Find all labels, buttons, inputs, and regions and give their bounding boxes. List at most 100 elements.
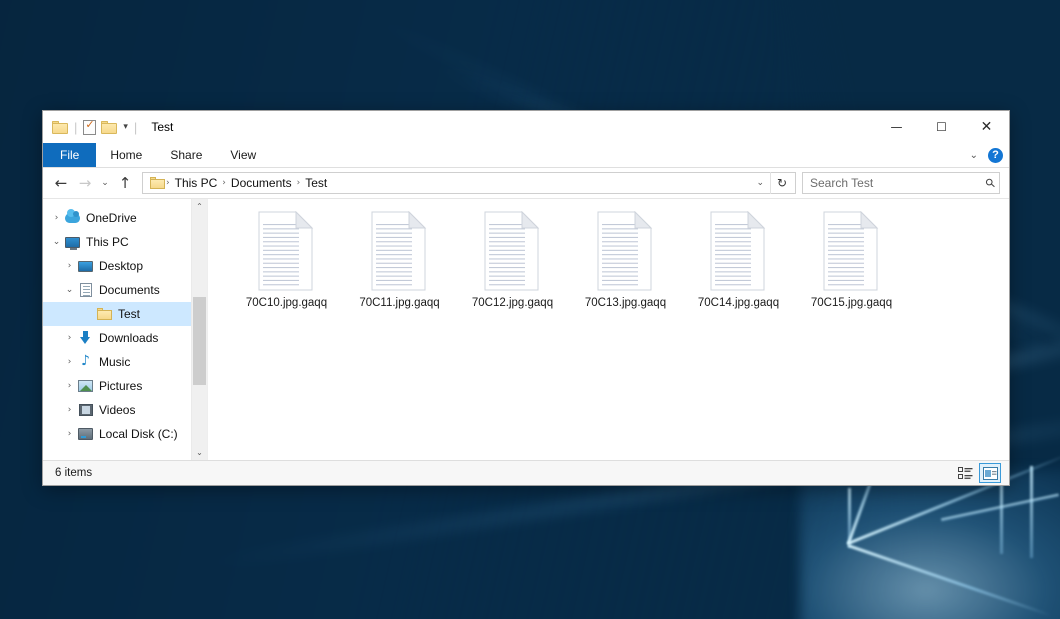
navigation-pane: › OneDrive ⌄ This PC › Desktop ⌄: [43, 199, 191, 460]
sidebar-item-label: This PC: [86, 235, 129, 249]
quick-access-toolbar: | ▾ | Test: [43, 111, 173, 143]
tab-file[interactable]: File: [43, 143, 96, 167]
tab-home[interactable]: Home: [96, 143, 156, 167]
tab-view[interactable]: View: [216, 143, 270, 167]
title-bar[interactable]: | ▾ | Test — ☐ ✕: [43, 111, 1009, 143]
breadcrumb-documents[interactable]: Documents: [227, 176, 296, 190]
sidebar-item-documents[interactable]: ⌄ Documents: [43, 278, 191, 302]
properties-checkbox-icon[interactable]: [83, 120, 96, 135]
chevron-right-icon[interactable]: ›: [49, 213, 64, 223]
minimize-button[interactable]: —: [874, 111, 919, 143]
sidebar-item-label: Music: [99, 355, 130, 369]
tab-share[interactable]: Share: [156, 143, 216, 167]
folder-icon: [150, 177, 165, 189]
ribbon-tab-bar: File Home Share View ⌄ ?: [43, 143, 1009, 168]
file-explorer-window: | ▾ | Test — ☐ ✕ File Home Share View ⌄ …: [42, 110, 1010, 486]
address-bar[interactable]: › This PC › Documents › Test ⌄ ↻: [142, 172, 796, 194]
chevron-right-icon[interactable]: ›: [62, 261, 77, 271]
search-input[interactable]: Search Test: [810, 176, 986, 190]
large-icons-view-button[interactable]: [979, 463, 1001, 483]
file-item[interactable]: 70C12.jpg.gaqq: [456, 211, 569, 309]
cloud-icon: [64, 213, 81, 223]
scroll-down-icon[interactable]: ⌄: [192, 445, 207, 460]
file-item[interactable]: 70C10.jpg.gaqq: [230, 211, 343, 309]
details-view-icon: [958, 467, 973, 480]
sidebar-item-label: Desktop: [99, 259, 143, 273]
chevron-right-icon[interactable]: ›: [62, 381, 77, 391]
ribbon-right-controls: ⌄ ?: [970, 143, 1003, 167]
close-button[interactable]: ✕: [964, 111, 1009, 143]
desktop: | ▾ | Test — ☐ ✕ File Home Share View ⌄ …: [0, 0, 1060, 619]
sidebar-item-this-pc[interactable]: ⌄ This PC: [43, 230, 191, 254]
file-item[interactable]: 70C11.jpg.gaqq: [343, 211, 456, 309]
chevron-down-icon[interactable]: ⌄: [970, 150, 978, 161]
chevron-right-icon[interactable]: ›: [62, 405, 77, 415]
chevron-down-icon[interactable]: ⌄: [49, 237, 64, 247]
toolbar-divider: |: [134, 121, 137, 134]
download-icon: [77, 331, 94, 345]
address-dropdown-icon[interactable]: ⌄: [750, 178, 770, 188]
up-button[interactable]: ↑: [113, 171, 137, 195]
videos-icon: [77, 404, 94, 416]
music-note-icon: ♪: [77, 355, 94, 369]
forward-button[interactable]: →: [73, 171, 97, 195]
chevron-right-icon[interactable]: ›: [62, 357, 77, 367]
file-name-label: 70C10.jpg.gaqq: [246, 297, 327, 309]
recent-locations-button[interactable]: ⌄: [97, 171, 113, 195]
sidebar-item-label: OneDrive: [86, 211, 137, 225]
sidebar-item-label: Videos: [99, 403, 135, 417]
item-count-label: 6 items: [55, 467, 92, 479]
disk-drive-icon: [77, 428, 94, 440]
file-name-label: 70C13.jpg.gaqq: [585, 297, 666, 309]
help-icon[interactable]: ?: [988, 148, 1003, 163]
details-view-button[interactable]: [954, 463, 976, 483]
window-controls: — ☐ ✕: [874, 111, 1009, 143]
file-item[interactable]: 70C13.jpg.gaqq: [569, 211, 682, 309]
status-bar: 6 items: [43, 460, 1009, 485]
sidebar-item-music[interactable]: › ♪ Music: [43, 350, 191, 374]
file-item[interactable]: 70C15.jpg.gaqq: [795, 211, 908, 309]
wallpaper-window-pane-line: [1030, 466, 1033, 558]
sidebar-item-label: Downloads: [99, 331, 158, 345]
chevron-right-icon[interactable]: ›: [62, 333, 77, 343]
sidebar-item-onedrive[interactable]: › OneDrive: [43, 206, 191, 230]
sidebar-item-pictures[interactable]: › Pictures: [43, 374, 191, 398]
file-item[interactable]: 70C14.jpg.gaqq: [682, 211, 795, 309]
search-box[interactable]: Search Test ⚲: [802, 172, 1000, 194]
refresh-button[interactable]: ↻: [770, 172, 793, 194]
documents-icon: [77, 283, 94, 297]
file-name-label: 70C12.jpg.gaqq: [472, 297, 553, 309]
file-grid: 70C10.jpg.gaqq 70C11.jpg.gaqq 70C12.jpg.ga…: [230, 211, 1009, 309]
sidebar-scrollbar[interactable]: ⌃ ⌄: [191, 199, 207, 460]
generic-document-icon: [708, 211, 770, 291]
monitor-icon: [64, 237, 81, 248]
breadcrumb-test[interactable]: Test: [301, 176, 331, 190]
sidebar-item-videos[interactable]: › Videos: [43, 398, 191, 422]
generic-document-icon: [595, 211, 657, 291]
generic-document-icon: [821, 211, 883, 291]
chevron-right-icon[interactable]: ›: [62, 429, 77, 439]
sidebar-item-test[interactable]: Test: [43, 302, 191, 326]
scrollbar-thumb[interactable]: [193, 297, 206, 385]
file-name-label: 70C11.jpg.gaqq: [359, 297, 439, 309]
back-button[interactable]: ←: [49, 171, 73, 195]
file-name-label: 70C15.jpg.gaqq: [811, 297, 892, 309]
folder-icon[interactable]: [52, 121, 68, 134]
wallpaper-glow: [800, 470, 1060, 619]
scrollbar-track[interactable]: [192, 214, 207, 445]
sidebar-item-local-disk[interactable]: › Local Disk (C:): [43, 422, 191, 446]
generic-document-icon: [482, 211, 544, 291]
maximize-button[interactable]: ☐: [919, 111, 964, 143]
desktop-icon: [77, 261, 94, 272]
pictures-icon: [77, 380, 94, 392]
large-icons-view-icon: [983, 467, 998, 480]
scroll-up-icon[interactable]: ⌃: [192, 199, 207, 214]
file-list-pane[interactable]: 70C10.jpg.gaqq 70C11.jpg.gaqq 70C12.jpg.ga…: [207, 199, 1009, 460]
sidebar-item-downloads[interactable]: › Downloads: [43, 326, 191, 350]
generic-document-icon: [256, 211, 318, 291]
sidebar-item-desktop[interactable]: › Desktop: [43, 254, 191, 278]
new-folder-icon[interactable]: [101, 121, 117, 134]
breadcrumb-this-pc[interactable]: This PC: [171, 176, 222, 190]
chevron-down-icon[interactable]: ⌄: [62, 285, 77, 295]
chevron-down-icon[interactable]: ▾: [123, 123, 128, 132]
